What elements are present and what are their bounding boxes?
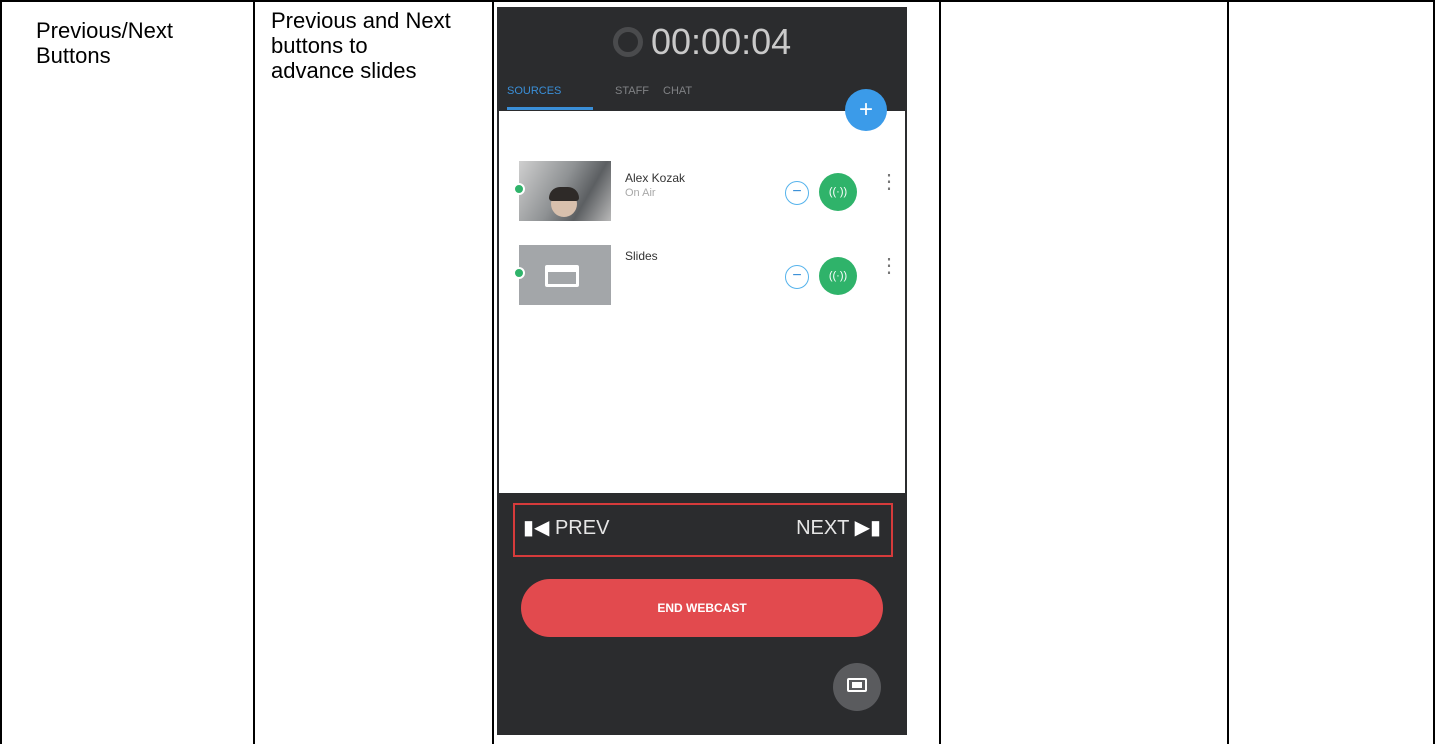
document-table: Previous/Next Buttons Previous and Next … bbox=[0, 0, 1435, 744]
table-border-col2 bbox=[492, 0, 494, 744]
tab-sources[interactable]: SOURCES bbox=[507, 85, 561, 97]
live-dot-icon bbox=[513, 267, 525, 279]
next-label: NEXT bbox=[796, 517, 850, 539]
plus-icon: + bbox=[858, 96, 873, 123]
source-name: Alex Kozak bbox=[625, 171, 686, 185]
active-tab-indicator bbox=[507, 107, 593, 110]
screen-share-button[interactable] bbox=[833, 663, 881, 711]
slides-thumbnail bbox=[519, 245, 611, 305]
broadcast-timer: 00:00:04 bbox=[497, 19, 907, 79]
table-border-col4 bbox=[1227, 0, 1229, 744]
remove-source-button[interactable]: − bbox=[785, 181, 809, 205]
live-dot-icon bbox=[513, 183, 525, 195]
timer-text: 00:00:04 bbox=[651, 21, 792, 62]
remove-source-button[interactable]: − bbox=[785, 265, 809, 289]
recording-ring-icon bbox=[613, 27, 643, 57]
list-item[interactable]: Alex Kozak On Air − ((·)) ⋮ bbox=[499, 161, 905, 225]
next-button[interactable]: NEXT ▶▮ bbox=[796, 515, 881, 540]
slides-icon bbox=[545, 265, 579, 287]
table-top-border bbox=[0, 0, 1435, 2]
more-vert-icon: ⋮ bbox=[879, 255, 899, 277]
on-air-button[interactable]: ((·)) bbox=[819, 257, 857, 295]
source-name: Slides bbox=[625, 249, 658, 263]
tab-staff[interactable]: STAFF bbox=[615, 85, 649, 97]
on-air-button[interactable]: ((·)) bbox=[819, 173, 857, 211]
skip-next-icon: ▶▮ bbox=[854, 517, 881, 539]
end-webcast-button[interactable]: END WEBCAST bbox=[521, 579, 883, 637]
app-screenshot: 00:00:04 SOURCES STAFF CHAT + Alex Kozak… bbox=[497, 7, 907, 735]
screen-icon bbox=[847, 678, 867, 692]
add-source-button[interactable]: + bbox=[845, 89, 887, 131]
description-cell-text: Previous and Next buttons to advance sli… bbox=[271, 8, 451, 83]
more-options-button[interactable]: ⋮ bbox=[879, 256, 899, 291]
minus-icon: − bbox=[792, 183, 802, 200]
table-border-col1 bbox=[253, 0, 255, 744]
person-hair bbox=[549, 187, 579, 201]
minus-icon: − bbox=[792, 267, 802, 284]
slide-navigation-highlight: ▮◀ PREV NEXT ▶▮ bbox=[513, 503, 893, 557]
list-item[interactable]: Slides − ((·)) ⋮ bbox=[499, 245, 905, 309]
broadcast-icon: ((·)) bbox=[828, 186, 848, 198]
table-border-left bbox=[0, 0, 2, 744]
prev-label: PREV bbox=[554, 517, 610, 539]
sources-list: Alex Kozak On Air − ((·)) ⋮ Slides − ((·… bbox=[499, 111, 905, 493]
broadcast-icon: ((·)) bbox=[828, 270, 848, 282]
tab-chat[interactable]: CHAT bbox=[663, 85, 692, 97]
table-border-col3 bbox=[939, 0, 941, 744]
more-vert-icon: ⋮ bbox=[879, 171, 899, 193]
more-options-button[interactable]: ⋮ bbox=[879, 172, 899, 207]
feature-cell-text: Previous/Next Buttons bbox=[36, 18, 173, 68]
prev-button[interactable]: ▮◀ PREV bbox=[523, 515, 609, 540]
source-status: On Air bbox=[625, 187, 656, 199]
skip-previous-icon: ▮◀ bbox=[523, 517, 550, 539]
camera-thumbnail bbox=[519, 161, 611, 221]
